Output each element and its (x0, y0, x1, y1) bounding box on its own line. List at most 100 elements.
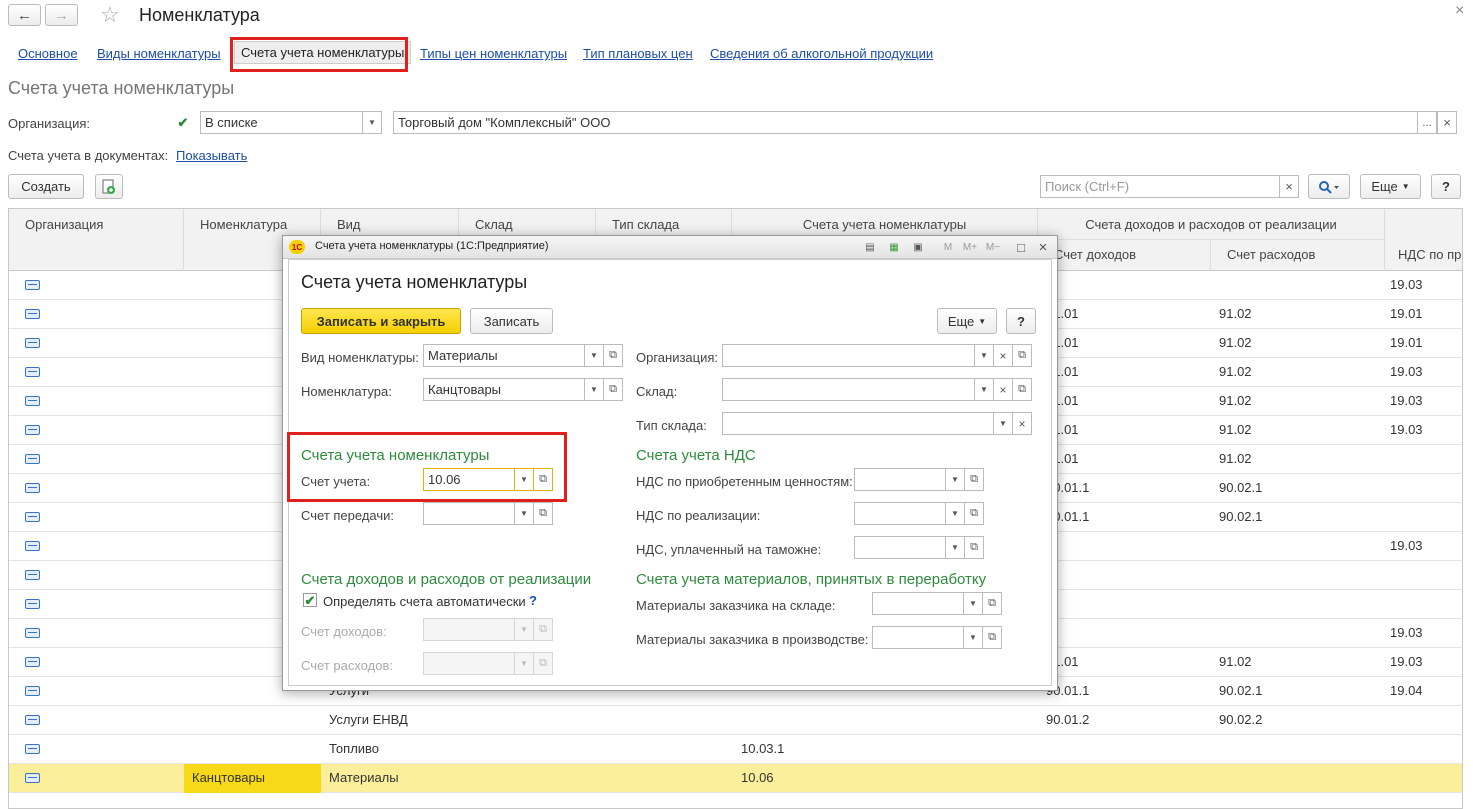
chevron-down-icon[interactable]: ▼ (993, 412, 1013, 435)
tab-alcohol-info[interactable]: Сведения об алкогольной продукции (710, 46, 933, 61)
transfer-field[interactable] (423, 502, 515, 525)
record-icon (25, 512, 40, 522)
chevron-down-icon[interactable]: ▼ (514, 468, 534, 491)
copy-button[interactable] (95, 174, 123, 199)
vat-sales-field[interactable] (854, 502, 946, 525)
record-icon (25, 599, 40, 609)
clear-icon[interactable]: × (993, 378, 1013, 401)
open-icon[interactable]: ⧉ (964, 468, 984, 491)
save-close-button[interactable]: Записать и закрыть (301, 308, 461, 334)
vat-sales-label: НДС по реализации: (636, 508, 761, 523)
record-icon (25, 744, 40, 754)
chevron-down-icon[interactable]: ▼ (963, 626, 983, 649)
create-button[interactable]: Создать (8, 174, 84, 199)
chevron-down-icon: ▼ (978, 316, 987, 326)
calculator-icon[interactable]: ▦ (887, 240, 901, 254)
vat-acquired-field[interactable] (854, 468, 946, 491)
tab-planned-prices[interactable]: Тип плановых цен (583, 46, 693, 61)
tab-nomenclature-kinds[interactable]: Виды номенклатуры (97, 46, 221, 61)
clear-icon[interactable]: × (993, 344, 1013, 367)
cell-kind: Материалы (329, 770, 399, 785)
org-filter-checkbox[interactable]: ✔ (176, 115, 190, 129)
back-button[interactable]: ← (8, 4, 41, 26)
chevron-down-icon[interactable]: ▼ (514, 502, 534, 525)
clear-org-button[interactable]: × (1437, 111, 1457, 134)
kind-label: Вид номенклатуры: (301, 350, 419, 365)
open-icon[interactable]: ⧉ (603, 378, 623, 401)
chevron-down-icon[interactable]: ▼ (584, 378, 604, 401)
tab-price-types[interactable]: Типы цен номенклатуры (420, 46, 567, 61)
chevron-down-icon[interactable]: ▼ (945, 536, 965, 559)
record-icon (25, 367, 40, 377)
table-row[interactable]: Топливо 10.03.1 (9, 735, 1462, 764)
vat-customs-field[interactable] (854, 536, 946, 559)
cell-expense: 91.02 (1219, 393, 1252, 408)
open-icon[interactable]: ⧉ (1012, 344, 1032, 367)
table-row[interactable]: Канцтовары Материалы 10.06 (9, 764, 1462, 793)
open-icon[interactable]: ⧉ (533, 502, 553, 525)
open-icon[interactable]: ⧉ (964, 536, 984, 559)
open-icon[interactable]: ⧉ (964, 502, 984, 525)
record-icon (25, 657, 40, 667)
chevron-down-icon[interactable]: ▼ (974, 378, 994, 401)
table-row[interactable]: Услуги ЕНВД 90.01.2 90.02.2 (9, 706, 1462, 735)
chevron-down-icon[interactable]: ▼ (584, 344, 604, 367)
org-mode-select[interactable]: В списке (200, 111, 363, 134)
maximize-icon[interactable]: □ (1014, 240, 1028, 255)
tab-main[interactable]: Основное (18, 46, 78, 61)
open-icon[interactable]: ⧉ (533, 468, 553, 491)
forward-button[interactable]: → (45, 4, 78, 26)
search-button[interactable] (1308, 174, 1350, 199)
dialog-more-button[interactable]: Еще ▼ (937, 308, 997, 334)
star-icon[interactable]: ☆ (100, 2, 120, 28)
auto-accounts-checkbox[interactable]: ✔ (303, 593, 317, 607)
cell-expense: 90.02.1 (1219, 509, 1263, 524)
warehouse-type-field[interactable] (722, 412, 994, 435)
org-field[interactable] (722, 344, 975, 367)
select-dots-button[interactable]: ... (1417, 111, 1437, 134)
calendar-icon[interactable]: ▣ (911, 240, 925, 254)
chevron-down-icon[interactable]: ▼ (963, 592, 983, 615)
close-icon[interactable]: × (1455, 2, 1464, 20)
clear-icon[interactable]: × (1012, 412, 1032, 435)
memory-icon[interactable]: M (941, 240, 955, 254)
search-input[interactable]: Поиск (Ctrl+F) (1040, 175, 1280, 198)
dialog-help-button[interactable]: ? (1006, 308, 1036, 334)
print-icon[interactable]: ▤ (863, 240, 877, 254)
help-icon[interactable]: ? (529, 593, 537, 608)
cell-vat: 19.03 (1390, 625, 1423, 640)
memory-plus-icon[interactable]: M+ (963, 240, 977, 254)
open-icon[interactable]: ⧉ (1012, 378, 1032, 401)
record-icon (25, 570, 40, 580)
close-icon[interactable]: × (1036, 239, 1050, 256)
col-org[interactable]: Организация (9, 209, 184, 271)
search-clear-button[interactable]: × (1279, 175, 1299, 198)
open-icon[interactable]: ⧉ (603, 344, 623, 367)
show-link[interactable]: Показывать (176, 148, 247, 163)
chevron-down-icon[interactable]: ▼ (974, 344, 994, 367)
col-expense[interactable]: Счет расходов (1211, 240, 1385, 271)
mat-warehouse-field[interactable] (872, 592, 964, 615)
nomenclature-field[interactable]: Канцтовары (423, 378, 585, 401)
kind-field[interactable]: Материалы (423, 344, 585, 367)
chevron-down-icon[interactable]: ▼ (362, 111, 382, 134)
chevron-down-icon: ▼ (514, 652, 534, 675)
tab-nomenclature-accounts[interactable]: Счета учета номенклатуры (234, 41, 412, 64)
open-icon[interactable]: ⧉ (982, 592, 1002, 615)
warehouse-field[interactable] (722, 378, 975, 401)
chevron-down-icon[interactable]: ▼ (945, 502, 965, 525)
org-value-field[interactable]: Торговый дом "Комплексный" ООО (393, 111, 1418, 134)
col-income[interactable]: Счет доходов (1038, 240, 1211, 271)
checkmark-icon: ✔ (177, 114, 189, 130)
col-vat[interactable]: НДС по пр (1385, 240, 1462, 271)
mat-production-field[interactable] (872, 626, 964, 649)
save-button[interactable]: Записать (470, 308, 553, 334)
chevron-down-icon[interactable]: ▼ (945, 468, 965, 491)
help-button[interactable]: ? (1431, 174, 1461, 199)
more-button[interactable]: Еще ▼ (1360, 174, 1421, 199)
account-field[interactable]: 10.06 (423, 468, 515, 491)
cell-kind: Топливо (329, 741, 380, 756)
org-label: Организация: (636, 350, 719, 365)
open-icon[interactable]: ⧉ (982, 626, 1002, 649)
memory-minus-icon[interactable]: M− (986, 240, 1000, 254)
